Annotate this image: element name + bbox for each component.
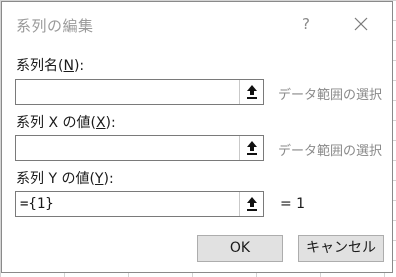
series-name-label: 系列名(N):: [16, 55, 84, 75]
series-y-field[interactable]: [15, 191, 264, 217]
range-select-icon: [247, 197, 257, 211]
series-name-label-suffix: ):: [73, 58, 85, 74]
series-y-range-button[interactable]: [239, 192, 263, 216]
series-x-input[interactable]: [20, 136, 240, 160]
series-name-range-button[interactable]: [239, 80, 263, 104]
series-x-label: 系列 X の値(X):: [16, 112, 116, 132]
series-y-label-suffix: ):: [103, 171, 114, 187]
series-y-label: 系列 Y の値(Y):: [16, 168, 114, 188]
series-y-input[interactable]: [20, 192, 240, 216]
dialog-title: 系列の編集: [16, 17, 94, 35]
range-select-icon: [247, 141, 257, 155]
close-button[interactable]: [352, 15, 370, 33]
close-icon: [354, 17, 368, 31]
series-name-accesskey: N: [63, 58, 74, 74]
cancel-button[interactable]: キャンセル: [298, 235, 384, 262]
ok-button[interactable]: OK: [197, 235, 283, 262]
series-x-label-suffix: ):: [105, 115, 116, 131]
series-name-hint: データ範囲の選択: [278, 88, 383, 103]
series-x-label-text: 系列 X の値(: [16, 115, 96, 131]
series-x-field[interactable]: [15, 135, 264, 161]
series-name-input[interactable]: [20, 80, 240, 104]
series-y-label-text: 系列 Y の値(: [16, 171, 95, 187]
series-x-accesskey: X: [95, 115, 106, 131]
series-y-result: = 1: [280, 196, 306, 212]
series-x-hint: データ範囲の選択: [278, 144, 383, 159]
edit-series-dialog: 系列の編集 ? 系列名(N): データ範囲の選択 系列 X の値(X): データ…: [1, 1, 393, 273]
series-name-field[interactable]: [15, 79, 264, 105]
series-x-range-button[interactable]: [239, 136, 263, 160]
range-select-icon: [247, 85, 257, 99]
help-button[interactable]: ?: [294, 12, 318, 36]
series-name-label-text: 系列名(: [16, 58, 64, 74]
